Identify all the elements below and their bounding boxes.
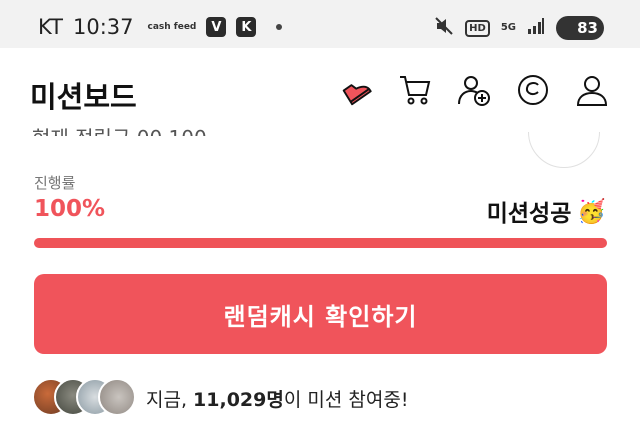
page-title: 미션보드 <box>30 80 137 114</box>
sneaker-icon[interactable] <box>338 70 374 110</box>
progress-bar-fill <box>34 238 607 248</box>
participants-text: 지금, 11,029명이 미션 참여중! <box>146 385 408 412</box>
progress-label: 진행률 <box>34 174 76 192</box>
mission-status-text: 미션성공 <box>486 201 572 227</box>
party-face-icon: 🥳 <box>577 198 606 225</box>
progress-bar <box>34 238 607 248</box>
signal-icon <box>527 17 545 39</box>
avatar <box>98 378 136 416</box>
clock: 10:37 <box>72 15 134 39</box>
profile-icon[interactable] <box>574 70 610 110</box>
progress-value: 100% <box>34 196 106 222</box>
v-app-notification-icon: V <box>206 17 227 37</box>
coin-icon[interactable] <box>515 70 551 110</box>
random-cash-button[interactable]: 랜덤캐시 확인하기 <box>34 274 607 354</box>
participant-count: 11,029명 <box>193 388 284 411</box>
cart-icon[interactable] <box>397 70 433 110</box>
cashfeed-notification-icon: cash feed <box>147 21 197 32</box>
battery-indicator: 83 <box>556 16 604 40</box>
scrolled-text: 현재 적립금 00,100 <box>32 120 207 136</box>
battery-level: 83 <box>577 19 598 37</box>
header-actions <box>338 70 610 110</box>
more-notifications-dot-icon <box>276 24 283 30</box>
network-5g-icon: 5G <box>500 22 516 33</box>
carrier-label: KT <box>38 15 63 39</box>
mission-status: 미션성공 🥳 <box>487 194 606 228</box>
status-left: KT 10:37 cash feed V K <box>38 12 283 42</box>
k-app-notification-icon: K <box>236 17 257 37</box>
status-bar: KT 10:37 cash feed V K HD 5G 83 <box>0 0 640 48</box>
participants-suffix: 이 미션 참여중! <box>283 388 409 411</box>
mute-icon <box>434 16 454 40</box>
participants-row: 지금, 11,029명이 미션 참여중! <box>32 376 408 420</box>
status-right: HD 5G 83 <box>434 14 604 42</box>
participants-prefix: 지금, <box>146 388 194 411</box>
participant-avatars <box>32 378 136 418</box>
hd-voice-icon: HD <box>465 19 490 37</box>
add-user-icon[interactable] <box>456 70 492 110</box>
